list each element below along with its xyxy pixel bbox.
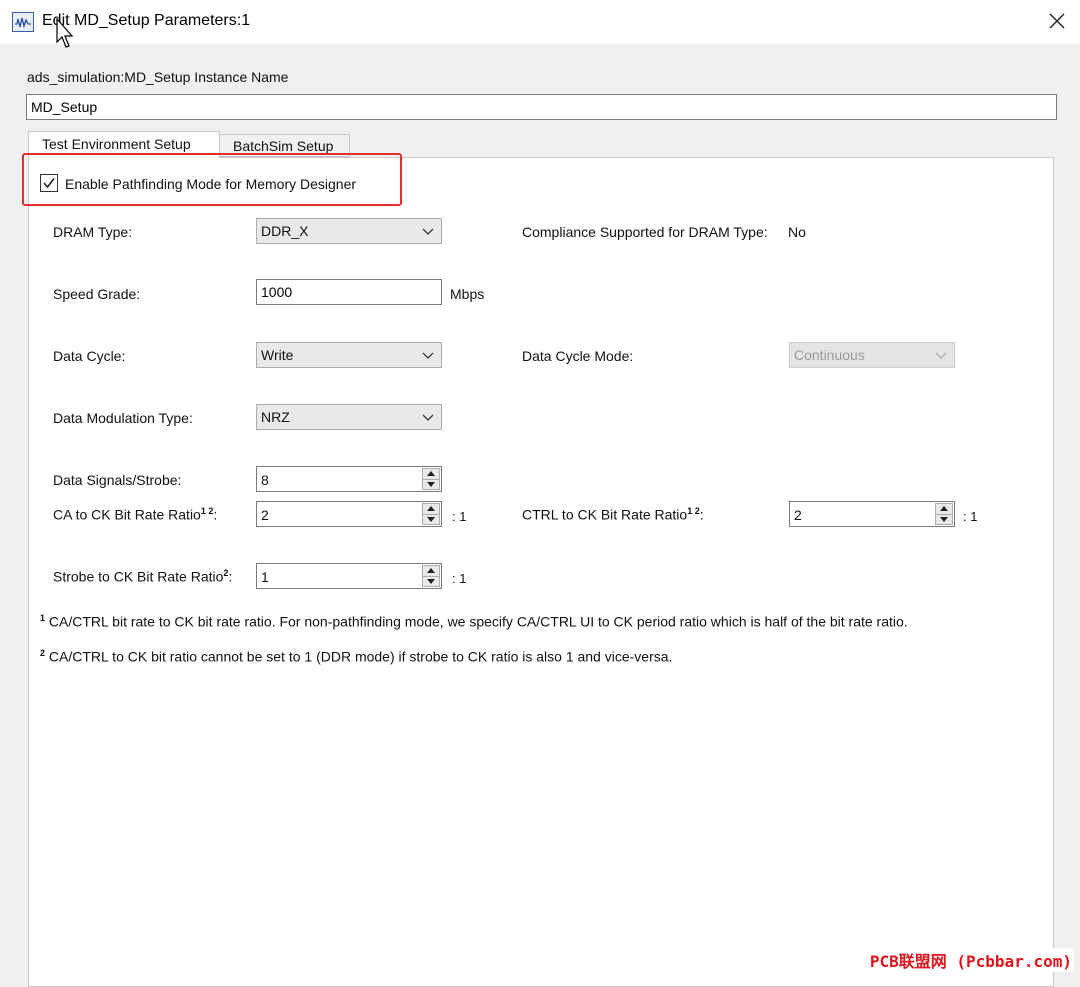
spin-down-button[interactable]	[423, 479, 439, 489]
dram-type-value: DDR_X	[261, 223, 309, 239]
chevron-down-icon	[935, 352, 947, 359]
waveform-app-icon	[12, 12, 34, 32]
data-signals-value: 8	[261, 472, 269, 488]
footnote-mark: 2	[40, 648, 46, 658]
ca-ratio-spinbox[interactable]: 2	[256, 501, 442, 527]
arrow-up-icon	[427, 506, 435, 511]
spin-down-button[interactable]	[423, 514, 439, 524]
close-icon	[1049, 13, 1065, 29]
arrow-down-icon	[427, 482, 435, 487]
strobe-ratio-suffix: : 1	[452, 571, 467, 586]
arrow-up-icon	[427, 568, 435, 573]
strobe-ratio-label: Strobe to CK Bit Rate Ratio2:	[53, 568, 233, 585]
highlight-box	[22, 153, 402, 206]
compliance-value: No	[788, 224, 806, 240]
chevron-down-icon	[422, 352, 434, 359]
dram-type-select[interactable]: DDR_X	[256, 218, 442, 244]
footnote-1: 1 CA/CTRL bit rate to CK bit rate ratio.…	[40, 613, 908, 630]
ca-ratio-value: 2	[261, 507, 269, 523]
dram-type-label: DRAM Type:	[53, 224, 133, 240]
speed-grade-label: Speed Grade:	[53, 286, 141, 302]
data-cycle-mode-value: Continuous	[794, 347, 865, 363]
data-cycle-label: Data Cycle:	[53, 348, 126, 364]
arrow-up-icon	[940, 506, 948, 511]
data-modulation-label: Data Modulation Type:	[53, 410, 193, 426]
arrow-down-icon	[427, 517, 435, 522]
ctrl-ratio-value: 2	[794, 507, 802, 523]
footnote-text: CA/CTRL to CK bit ratio cannot be set to…	[48, 648, 673, 665]
instance-name-label: ads_simulation:MD_Setup Instance Name	[27, 69, 289, 85]
chevron-down-icon	[422, 414, 434, 421]
data-cycle-mode-label: Data Cycle Mode:	[522, 348, 634, 364]
arrow-down-icon	[427, 579, 435, 584]
close-button[interactable]	[1034, 0, 1080, 44]
instance-name-input[interactable]	[26, 94, 1057, 120]
data-cycle-mode-select: Continuous	[789, 342, 955, 368]
footnote-2: 2 CA/CTRL to CK bit ratio cannot be set …	[40, 648, 672, 665]
ctrl-ratio-footnote-mark: 1 2	[687, 506, 700, 516]
data-signals-label: Data Signals/Strobe:	[53, 472, 182, 488]
speed-grade-unit: Mbps	[450, 286, 485, 302]
arrow-up-icon	[427, 471, 435, 476]
ca-ratio-label: CA to CK Bit Rate Ratio1 2:	[53, 506, 218, 523]
data-cycle-value: Write	[261, 347, 294, 363]
strobe-ratio-spinbox[interactable]: 1	[256, 563, 442, 589]
speed-grade-input[interactable]	[256, 279, 442, 305]
title-bar: Edit MD_Setup Parameters:1	[0, 0, 1080, 44]
mouse-cursor-icon	[56, 18, 74, 48]
ca-ratio-footnote-mark: 1 2	[200, 506, 214, 516]
data-signals-spinbox[interactable]: 8	[256, 466, 442, 492]
ctrl-ratio-suffix: : 1	[963, 509, 978, 524]
footnote-text: CA/CTRL bit rate to CK bit rate ratio. F…	[48, 613, 908, 630]
spin-down-button[interactable]	[936, 514, 952, 524]
data-modulation-select[interactable]: NRZ	[256, 404, 442, 430]
spin-down-button[interactable]	[423, 576, 439, 586]
chevron-down-icon	[422, 228, 434, 235]
footnote-mark: 1	[40, 613, 46, 623]
ctrl-ratio-label: CTRL to CK Bit Rate Ratio1 2:	[522, 506, 704, 523]
ctrl-ratio-spinbox[interactable]: 2	[789, 501, 955, 527]
data-modulation-value: NRZ	[261, 409, 290, 425]
arrow-down-icon	[940, 517, 948, 522]
data-cycle-select[interactable]: Write	[256, 342, 442, 368]
compliance-label: Compliance Supported for DRAM Type:	[522, 224, 768, 240]
watermark: PCB联盟网 (Pcbbar.com)	[867, 948, 1074, 972]
ca-ratio-suffix: : 1	[452, 509, 467, 524]
strobe-ratio-value: 1	[261, 569, 269, 585]
